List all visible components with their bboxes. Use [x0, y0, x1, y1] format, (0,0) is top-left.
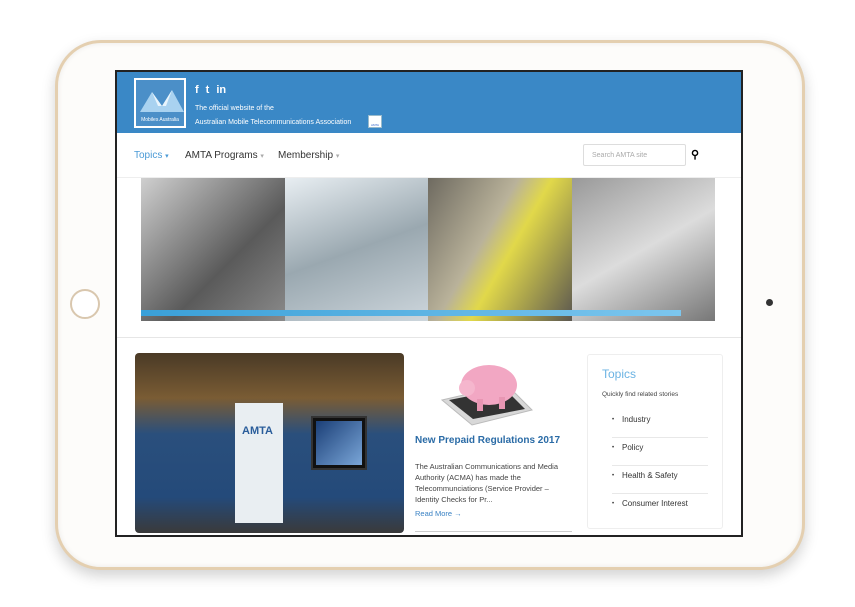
hero-photo-worker: [428, 178, 572, 321]
amta-logo[interactable]: AMTA: [368, 115, 382, 128]
screen: Mobiles Australia f t in The official we…: [115, 70, 743, 537]
hero-accent-bar: [141, 310, 681, 316]
article-title[interactable]: New Prepaid Regulations 2017: [415, 435, 560, 446]
logo-mountains-icon: [140, 90, 184, 112]
logo-text: Mobiles Australia: [141, 117, 179, 123]
tagline-line-1: The official website of the: [195, 105, 274, 112]
topics-widget: Topics Quickly find related stories Indu…: [587, 354, 723, 529]
hero-banner: [141, 178, 715, 321]
nav-amta-programs[interactable]: AMTA Programs ▾: [185, 150, 264, 161]
piggy-bank-image[interactable]: [437, 355, 537, 427]
hero-photo-family: [284, 178, 428, 321]
twitter-icon[interactable]: t: [206, 84, 210, 96]
nav-topics[interactable]: Topics ▾: [134, 150, 169, 161]
nav-membership[interactable]: Membership ▾: [278, 150, 339, 161]
home-button[interactable]: [70, 289, 100, 319]
topic-industry[interactable]: Industry: [612, 410, 708, 438]
article-excerpt: The Australian Communications and Media …: [415, 462, 558, 504]
site-header: Mobiles Australia f t in The official we…: [117, 72, 741, 133]
topics-title: Topics: [602, 367, 637, 381]
hero-photo-laptop: [141, 178, 285, 321]
topic-policy[interactable]: Policy: [612, 438, 708, 466]
tv-screen: [311, 416, 367, 470]
facebook-icon[interactable]: f: [195, 84, 199, 96]
camera: [766, 299, 773, 306]
topics-subtitle: Quickly find related stories: [602, 391, 679, 398]
social-links: f t in: [195, 84, 226, 96]
hero-photo-friends: [571, 178, 715, 321]
topic-consumer-interest[interactable]: Consumer Interest: [612, 494, 708, 522]
tagline-line-2: Australian Mobile Telecommunications Ass…: [195, 119, 352, 126]
search-input[interactable]: Search AMTA site: [583, 144, 686, 166]
divider: [117, 337, 741, 338]
read-more-link[interactable]: Read More →: [415, 509, 462, 518]
search-icon[interactable]: ⚲: [691, 148, 699, 161]
amta-banner: AMTA: [235, 403, 283, 523]
topic-health-safety[interactable]: Health & Safety: [612, 466, 708, 494]
topics-list: Industry Policy Health & Safety Consumer…: [612, 410, 708, 522]
featured-photo[interactable]: AMTA: [135, 353, 404, 533]
main-nav: Topics ▾ AMTA Programs ▾ Membership ▾ Se…: [117, 133, 741, 178]
site-logo[interactable]: Mobiles Australia: [134, 78, 186, 128]
linkedin-icon[interactable]: in: [216, 84, 226, 96]
article-divider: [415, 531, 572, 532]
